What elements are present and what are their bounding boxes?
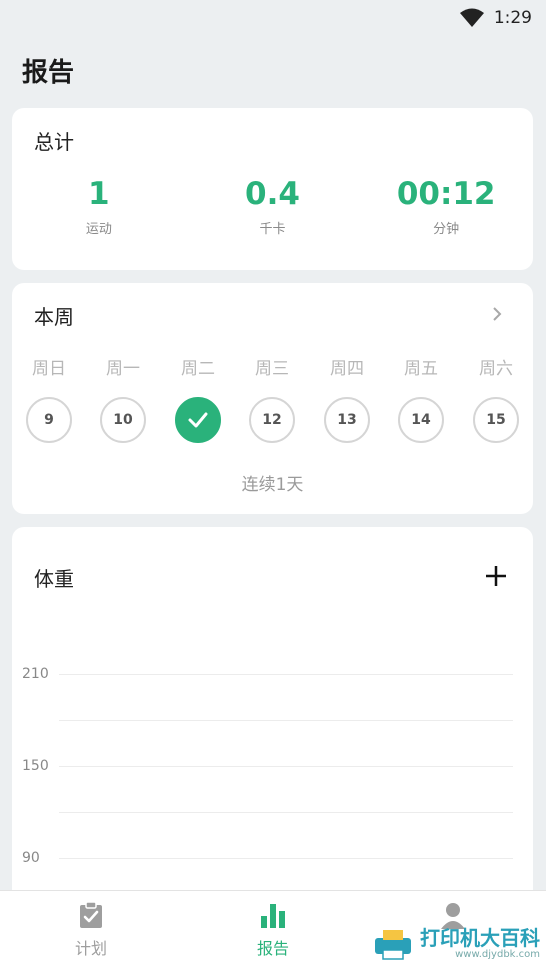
day-name: 周六 — [479, 359, 513, 379]
nav-report[interactable]: 报告 — [233, 901, 313, 959]
bar-chart-icon — [261, 904, 285, 928]
printer-icon — [375, 929, 411, 960]
page-title: 报告 — [22, 58, 75, 88]
day-circle[interactable]: 10 — [100, 397, 146, 443]
day-thursday[interactable]: 周四 13 — [310, 358, 384, 443]
chevron-right-icon[interactable] — [487, 304, 507, 324]
day-name: 周日 — [32, 359, 66, 379]
total-label: 分钟 — [433, 222, 460, 237]
checkmark-icon — [188, 412, 208, 428]
week-title: 本周 — [34, 305, 74, 329]
day-name: 周五 — [404, 359, 438, 379]
bottom-nav: 计划 报告 打印机大百科 www.djydbk.com — [0, 890, 546, 967]
total-value: 0.4 — [245, 176, 300, 212]
status-bar: 1:29 — [0, 0, 546, 36]
add-weight-icon[interactable] — [485, 565, 507, 587]
nav-label: 报告 — [256, 939, 289, 958]
day-monday[interactable]: 周一 10 — [86, 358, 160, 443]
day-name: 周三 — [255, 359, 289, 379]
totals-row: 1 运动 0.4 千卡 00:12 分钟 — [12, 174, 533, 237]
gridline — [59, 720, 513, 721]
nav-label: 计划 — [74, 939, 107, 958]
gridline — [59, 858, 513, 859]
watermark-url: www.djydbk.com — [455, 949, 540, 960]
streak-text: 连续1天 — [241, 475, 304, 495]
day-friday[interactable]: 周五 14 — [384, 358, 458, 443]
weight-title: 体重 — [34, 567, 74, 591]
y-axis-label: 90 — [22, 850, 40, 866]
total-value: 00:12 — [396, 176, 496, 212]
y-axis-label: 210 — [22, 666, 49, 682]
day-circle[interactable]: 15 — [473, 397, 519, 443]
total-label: 运动 — [85, 222, 112, 237]
wifi-icon — [459, 8, 484, 27]
this-week-card[interactable]: 本周 周日 9 周一 10 周二 周三 12 周四 13 周五 14 周六 15… — [12, 283, 533, 514]
day-wednesday[interactable]: 周三 12 — [235, 358, 309, 443]
day-sunday[interactable]: 周日 9 — [12, 358, 86, 443]
total-value: 1 — [88, 176, 110, 212]
person-icon — [441, 903, 465, 929]
day-tuesday[interactable]: 周二 — [161, 358, 235, 443]
clipboard-check-icon — [80, 901, 102, 928]
watermark-text: 打印机大百科 — [420, 926, 540, 950]
day-circle[interactable]: 9 — [26, 397, 72, 443]
day-circle-completed[interactable] — [175, 397, 221, 443]
gridline — [59, 674, 513, 675]
total-calories: 0.4 千卡 — [186, 174, 360, 237]
day-circle[interactable]: 14 — [398, 397, 444, 443]
weight-card: 体重 210 150 90 — [12, 527, 533, 907]
total-workouts: 1 运动 — [12, 174, 186, 237]
gridline — [59, 812, 513, 813]
day-circle[interactable]: 12 — [249, 397, 295, 443]
day-name: 周四 — [330, 359, 364, 379]
gridline — [59, 766, 513, 767]
nav-plan[interactable]: 计划 — [51, 901, 131, 959]
watermark: 打印机大百科 www.djydbk.com — [372, 927, 540, 960]
day-name: 周二 — [181, 359, 215, 379]
totals-title: 总计 — [34, 130, 74, 154]
day-saturday[interactable]: 周六 15 — [459, 358, 533, 443]
day-circle[interactable]: 13 — [324, 397, 370, 443]
total-label: 千卡 — [259, 222, 286, 237]
status-time: 1:29 — [493, 8, 532, 28]
day-name: 周一 — [106, 359, 140, 379]
totals-card: 总计 1 运动 0.4 千卡 00:12 分钟 — [12, 108, 533, 270]
total-minutes: 00:12 分钟 — [359, 174, 533, 237]
y-axis-label: 150 — [22, 758, 49, 774]
